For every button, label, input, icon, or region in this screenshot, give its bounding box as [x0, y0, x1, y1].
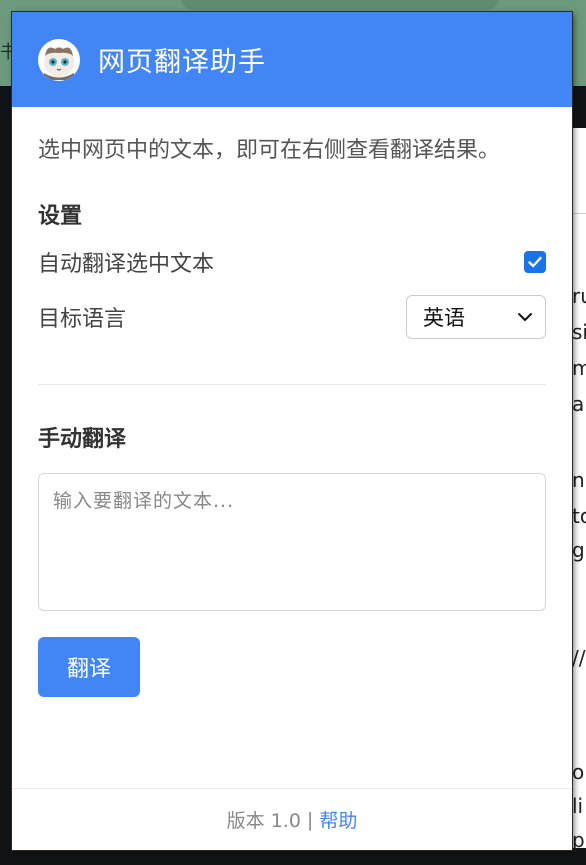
translate-button[interactable]: 翻译: [38, 637, 140, 697]
background-text-fragment: n: [572, 468, 585, 492]
chevron-down-icon: [518, 313, 532, 321]
auto-translate-checkbox[interactable]: [524, 251, 546, 273]
help-link[interactable]: 帮助: [319, 806, 357, 833]
background-text-fragment: or: [572, 760, 586, 784]
translate-input-placeholder: 输入要翻译的文本...: [53, 490, 235, 512]
translate-input[interactable]: 输入要翻译的文本...: [38, 473, 546, 611]
manual-translate-heading: 手动翻译: [38, 427, 127, 452]
popup-header: 网页翻译助手: [12, 12, 572, 107]
popup-title: 网页翻译助手: [98, 47, 266, 78]
version-text: 版本 1.0: [226, 810, 301, 832]
target-language-select[interactable]: 英语: [406, 295, 546, 339]
popup-description: 选中网页中的文本，即可在右侧查看翻译结果。: [38, 138, 501, 163]
background-tab: [180, 0, 500, 10]
auto-translate-row: 自动翻译选中文本: [38, 242, 546, 282]
settings-heading: 设置: [38, 204, 83, 229]
cat-mascot-icon: [38, 38, 80, 81]
auto-translate-label: 自动翻译选中文本: [38, 252, 215, 277]
background-text-fragment: m: [572, 356, 586, 380]
footer-separator: |: [306, 808, 314, 831]
section-divider: [38, 384, 546, 385]
target-language-row: 目标语言 英语: [38, 294, 546, 340]
background-text-fragment: to: [572, 504, 586, 528]
background-text-fragment: li: [572, 794, 584, 818]
background-text-fragment: ru: [572, 284, 586, 308]
popup-content: 选中网页中的文本，即可在右侧查看翻译结果。 设置 自动翻译选中文本 目标语言 英…: [12, 133, 572, 697]
translator-popup: 网页翻译助手 选中网页中的文本，即可在右侧查看翻译结果。 设置 自动翻译选中文本…: [12, 12, 572, 850]
checkmark-icon: [528, 256, 542, 268]
background-rule: [572, 213, 586, 214]
background-text-fragment: si: [572, 320, 586, 344]
popup-footer: 版本 1.0 | 帮助: [12, 788, 572, 850]
background-text-fragment: p: [572, 828, 585, 852]
background-text-fragment: gu: [572, 538, 586, 562]
background-text-fragment: //: [572, 646, 586, 670]
background-text-fragment: a: [572, 392, 585, 416]
target-language-value: 英语: [423, 306, 465, 330]
target-language-label: 目标语言: [38, 307, 127, 332]
